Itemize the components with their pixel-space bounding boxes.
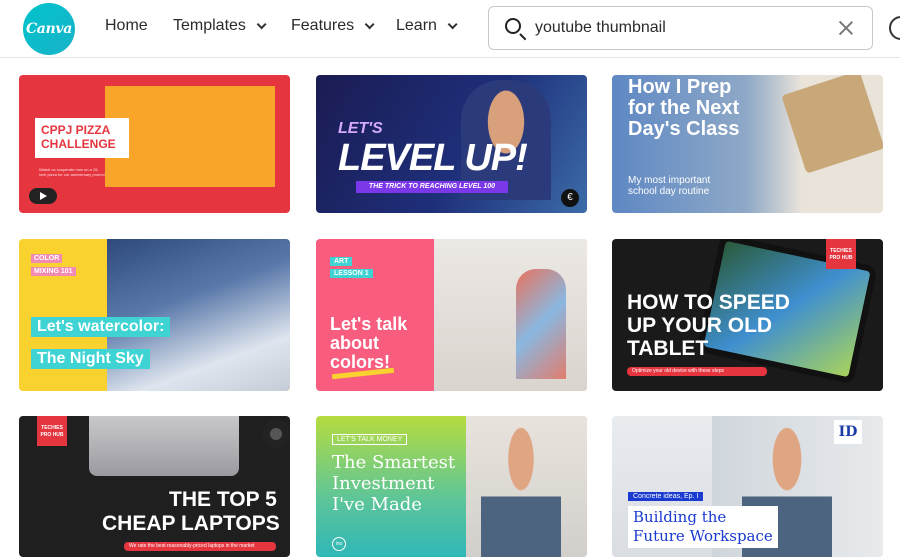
nav-home[interactable]: Home (105, 17, 148, 35)
canva-logo[interactable]: Canva (23, 3, 75, 55)
template-card-smartest-investment[interactable]: LET'S TALK MONEY The Smartest Investment I… (316, 416, 587, 557)
search-icon[interactable] (505, 18, 521, 34)
laptop-photo (89, 416, 239, 476)
clear-search-icon[interactable] (837, 19, 855, 37)
thumbnail-title: The Smartest Investment I've Made (332, 452, 456, 515)
search-bar (488, 6, 873, 50)
template-card-speed-tablet[interactable]: TECHIES PRO HUB HOW TO SPEED UP YOUR OLD T… (612, 239, 883, 391)
thumbnail-title: How I Prep for the Next Day's Class (628, 76, 740, 140)
template-card-pizza-challenge[interactable]: CPPJ PIZZA CHALLENGE Watch us cooperate n… (19, 75, 290, 213)
template-card-level-up[interactable]: LET'S LEVEL UP! THE TRICK TO REACHING LE… (316, 75, 587, 213)
chevron-down-icon (447, 18, 458, 29)
template-card-future-workspace[interactable]: ID Concrete ideas, Ep. I Building the Fut… (612, 416, 883, 557)
template-card-watercolor[interactable]: COLOR MIXING 101 Let's watercolor: The N… (19, 239, 290, 391)
thumbnail-title: Building the Future Workspace (628, 506, 778, 548)
notebook-photo (781, 75, 883, 174)
chevron-down-icon (256, 18, 267, 29)
template-card-top-laptops[interactable]: TECHIES PRO HUB THE TOP 5 CHEAP LAPTOPS … (19, 416, 290, 557)
top-nav-bar: Canva Home Templates Features Learn (0, 0, 900, 58)
nav-features[interactable]: Features (291, 17, 375, 35)
thumbnail-title: CPPJ PIZZA CHALLENGE (41, 123, 116, 151)
search-input[interactable] (535, 17, 815, 39)
man-photo (481, 421, 561, 557)
thumbnail-title: HOW TO SPEED UP YOUR OLD TABLET (627, 291, 790, 360)
thumbnail-title: Let's talk about colors! (330, 314, 408, 372)
template-card-prep-class[interactable]: How I Prep for the Next Day's Class My mos… (612, 75, 883, 213)
play-button[interactable] (29, 188, 57, 204)
nav-templates[interactable]: Templates (173, 17, 267, 35)
template-card-talk-colors[interactable]: ART LESSON 1 Let's talk about colors! (316, 239, 587, 391)
help-icon[interactable] (889, 16, 900, 40)
nav-learn[interactable]: Learn (396, 17, 458, 35)
chevron-down-icon (364, 18, 375, 29)
play-icon (40, 192, 47, 200)
